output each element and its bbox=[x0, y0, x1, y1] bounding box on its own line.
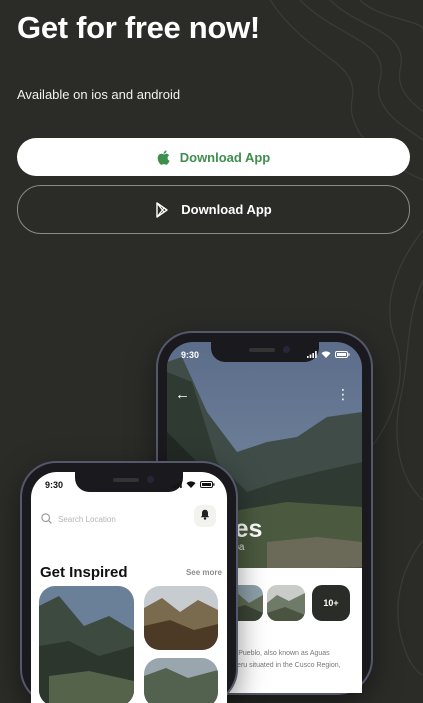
wifi-icon bbox=[186, 480, 196, 490]
google-play-icon bbox=[155, 201, 171, 218]
section-title: Get Inspired bbox=[40, 564, 128, 581]
download-android-button[interactable]: Download App bbox=[17, 185, 410, 234]
see-more-link[interactable]: See more bbox=[186, 568, 222, 577]
inspiration-card[interactable] bbox=[144, 658, 218, 703]
back-arrow-icon[interactable]: ← bbox=[175, 386, 190, 403]
place-description: chu Pueblo, also known as Aguas in Peru … bbox=[225, 650, 341, 669]
inspiration-card[interactable] bbox=[144, 586, 218, 650]
search-input[interactable]: Search Location bbox=[41, 505, 187, 533]
status-time: 9:30 bbox=[45, 480, 64, 490]
availability-subtitle: Available on ios and android bbox=[17, 87, 181, 102]
bell-icon bbox=[200, 507, 210, 525]
gallery-thumbnail[interactable] bbox=[267, 585, 305, 621]
battery-icon bbox=[335, 350, 350, 360]
more-options-icon[interactable]: ⋮ bbox=[336, 386, 350, 403]
download-ios-label: Download App bbox=[179, 149, 271, 165]
gallery-more-thumbnail[interactable]: 10+ bbox=[312, 585, 350, 621]
download-android-label: Download App bbox=[181, 202, 272, 217]
inspiration-card[interactable] bbox=[39, 586, 134, 703]
status-bar: 9:30 bbox=[181, 350, 350, 360]
phone-home-screen: 9:30 Search Location Get Inspired See mo… bbox=[31, 472, 227, 703]
battery-icon bbox=[200, 480, 215, 490]
search-placeholder: Search Location bbox=[58, 514, 116, 524]
signal-icon bbox=[307, 350, 317, 360]
phone-mockup-home: 9:30 Search Location Get Inspired See mo… bbox=[22, 463, 236, 703]
download-ios-button[interactable]: Download App bbox=[17, 138, 410, 176]
status-time: 9:30 bbox=[181, 350, 200, 360]
status-bar: 9:30 bbox=[45, 480, 215, 490]
signal-icon bbox=[172, 480, 182, 490]
page-title: Get for free now! bbox=[17, 10, 260, 45]
wifi-icon bbox=[321, 350, 331, 360]
apple-icon bbox=[157, 149, 170, 165]
notification-button[interactable] bbox=[194, 505, 216, 527]
gallery-more-count: 10+ bbox=[323, 598, 339, 608]
search-icon bbox=[41, 512, 52, 526]
